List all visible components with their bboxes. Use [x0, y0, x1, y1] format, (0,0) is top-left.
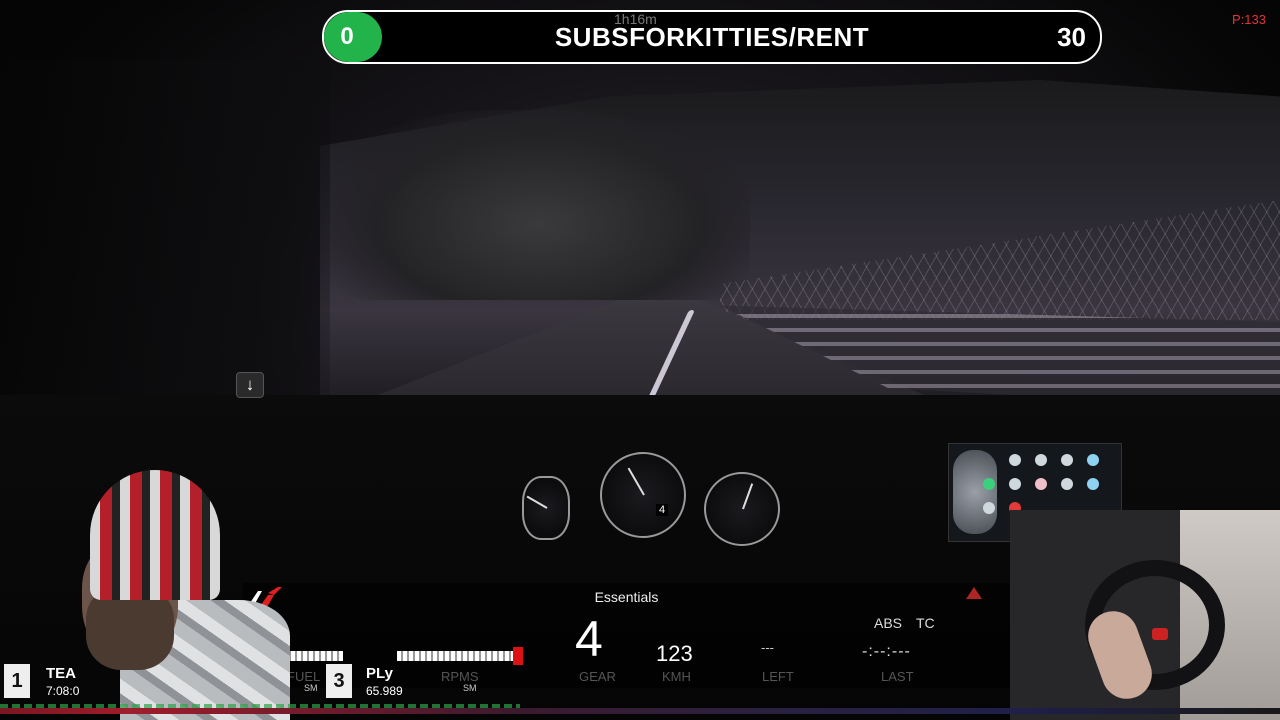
- gear-value: 4: [575, 611, 603, 667]
- treeline: [330, 110, 750, 300]
- goal-title: SUBSFORKITTIES/RENT: [554, 22, 870, 52]
- standing-position: 1: [4, 664, 30, 698]
- button-icon: [1061, 454, 1073, 466]
- scroll-down-button[interactable]: ↓: [236, 372, 264, 398]
- bottom-color-strip: [0, 708, 1280, 714]
- rpms-label: RPMS: [441, 669, 479, 684]
- rpm-bar: [397, 651, 521, 661]
- speed-value: 123: [656, 641, 693, 666]
- rpm-redline-marker: [513, 647, 523, 665]
- essentials-panel: Essentials 4 123 --- ABS TC -:--:--- FUE…: [243, 583, 1010, 693]
- left-label: LEFT: [762, 669, 794, 684]
- fuel-unit: SM: [304, 683, 318, 693]
- fuel-label: FUEL: [287, 669, 321, 684]
- gear-label: GEAR: [579, 669, 616, 684]
- button-icon: [983, 478, 995, 490]
- standing-time: 7:08:0: [46, 684, 80, 698]
- tachometer-needle: [627, 467, 645, 496]
- goal-target: 30: [1057, 22, 1086, 52]
- button-icon: [1035, 454, 1047, 466]
- down-arrow-icon: ↓: [245, 375, 255, 394]
- speedometer: [704, 472, 780, 546]
- wheel-center-badge: [1152, 628, 1168, 640]
- left-gauge: [522, 476, 570, 540]
- button-icon: [983, 502, 995, 514]
- stream-goal-banner: 0 SUBSFORKITTIES/RENT 30: [322, 10, 1102, 64]
- standing-driver-name: TEA: [46, 665, 76, 682]
- left-gauge-needle: [526, 495, 548, 509]
- kmh-label: KMH: [662, 669, 691, 684]
- standing-position: 3: [326, 664, 352, 698]
- tachometer: 4: [600, 452, 686, 538]
- button-icon: [1009, 478, 1021, 490]
- button-icon: [1087, 478, 1099, 490]
- standing-time: 65.989: [366, 684, 403, 698]
- warning-triangle-icon: [966, 587, 982, 599]
- button-icon: [1061, 478, 1073, 490]
- left-value: ---: [761, 640, 774, 655]
- last-lap-value: -:--:---: [862, 643, 911, 660]
- knob-icon: [953, 450, 997, 534]
- button-icon: [1009, 454, 1021, 466]
- streamer-beanie: [90, 470, 220, 600]
- rpm-unit: SM: [463, 683, 477, 693]
- speedometer-needle: [742, 483, 754, 510]
- dash-gear-readout: 4: [656, 504, 669, 516]
- standing-driver-name: PLy: [366, 665, 393, 682]
- essentials-title: Essentials: [594, 589, 659, 605]
- tc-label: TC: [916, 615, 935, 631]
- last-label: LAST: [881, 669, 914, 684]
- session-timer: 1h16m: [614, 11, 657, 27]
- button-icon: [1035, 478, 1047, 490]
- button-icon: [1087, 454, 1099, 466]
- corner-counter: P:133: [1232, 12, 1266, 27]
- abs-label: ABS: [874, 615, 903, 631]
